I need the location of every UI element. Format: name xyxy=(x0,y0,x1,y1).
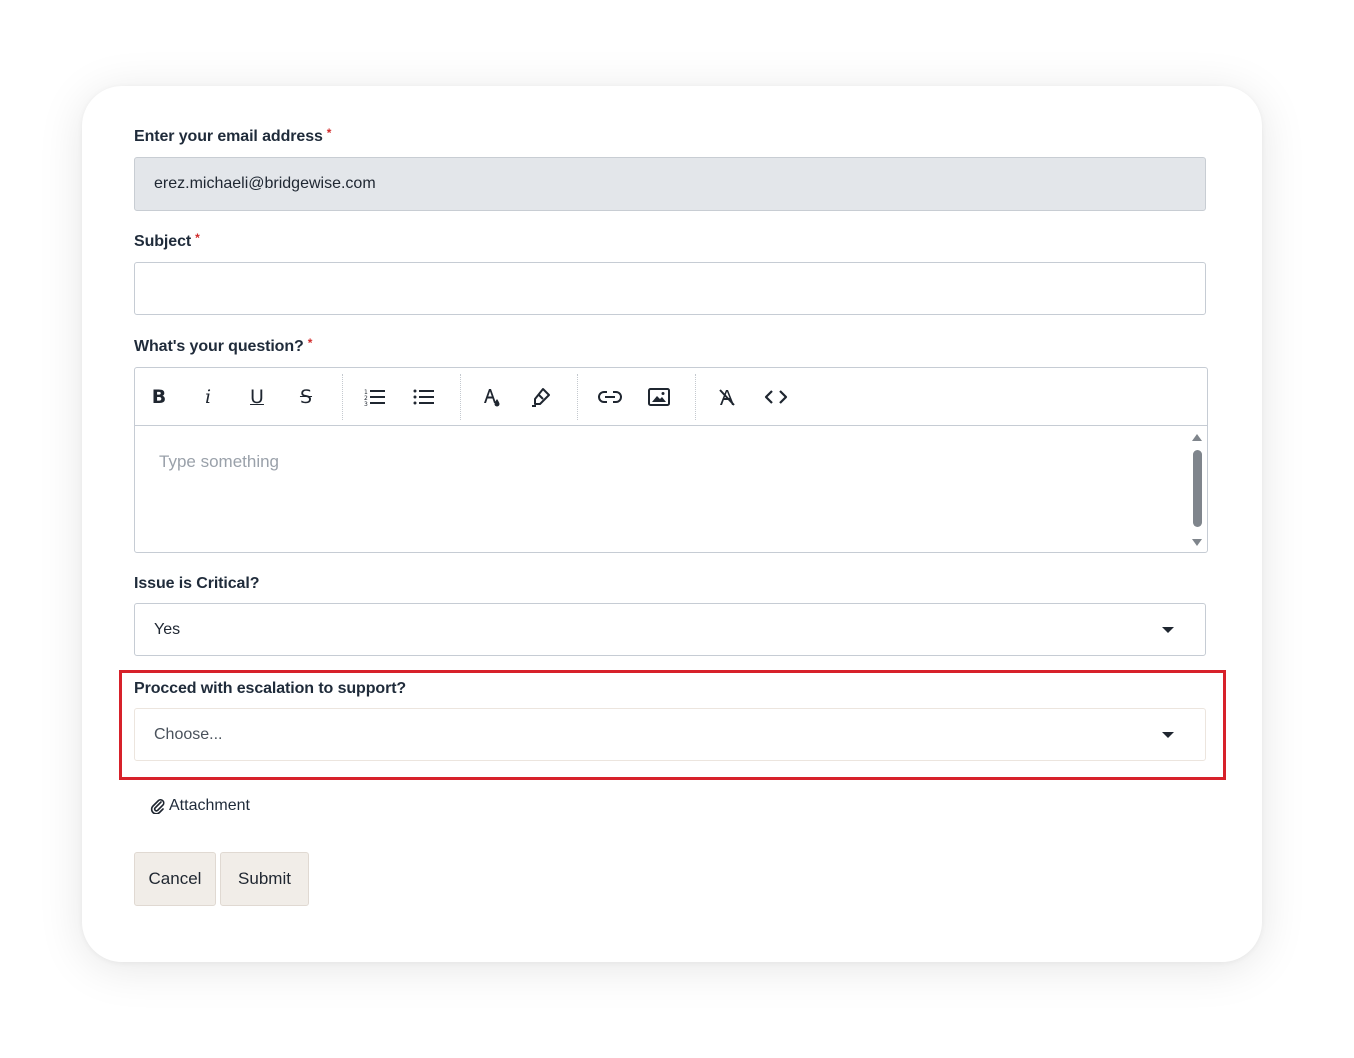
toolbar-divider xyxy=(342,374,343,420)
font-color-button[interactable] xyxy=(477,382,507,412)
critical-label: Issue is Critical? xyxy=(134,575,260,592)
highlight-button[interactable] xyxy=(526,382,556,412)
cancel-button[interactable]: Cancel xyxy=(134,852,216,906)
submit-button[interactable]: Submit xyxy=(220,852,309,906)
attachment-label: Attachment xyxy=(169,797,250,814)
image-icon xyxy=(648,388,670,406)
required-mark: * xyxy=(307,336,313,350)
subject-input[interactable] xyxy=(134,262,1206,315)
link-icon xyxy=(598,391,622,403)
critical-selected-value: Yes xyxy=(154,620,181,638)
clear-format-icon xyxy=(719,389,735,406)
bullet-list-button[interactable] xyxy=(409,382,439,412)
scrollbar-thumb[interactable] xyxy=(1193,450,1202,527)
clear-format-button[interactable] xyxy=(712,382,742,412)
scroll-down-arrow[interactable] xyxy=(1192,539,1202,546)
attachment-link[interactable]: Attachment xyxy=(150,797,250,815)
scroll-up-arrow[interactable] xyxy=(1192,434,1202,441)
code-icon xyxy=(764,390,788,404)
image-button[interactable] xyxy=(644,382,674,412)
bold-button[interactable]: B xyxy=(144,382,174,412)
underline-button[interactable]: U xyxy=(242,382,272,412)
editor-placeholder: Type something xyxy=(159,452,280,471)
ordered-list-button[interactable]: 1 2 3 xyxy=(360,382,390,412)
email-label: Enter your email address * xyxy=(134,126,332,146)
email-label-text: Enter your email address xyxy=(134,128,323,145)
toolbar-divider xyxy=(577,374,578,420)
paperclip-icon xyxy=(150,799,165,814)
font-color-icon xyxy=(484,389,500,407)
question-label: What's your question? * xyxy=(134,336,313,356)
required-mark: * xyxy=(195,231,200,245)
svg-text:3: 3 xyxy=(364,401,368,407)
strikethrough-button[interactable]: S xyxy=(291,382,321,412)
subject-label-text: Subject xyxy=(134,233,192,250)
email-field[interactable]: erez.michaeli@bridgewise.com xyxy=(134,157,1206,211)
code-view-button[interactable] xyxy=(761,382,791,412)
escalation-select[interactable]: Choose... xyxy=(134,708,1206,761)
required-mark: * xyxy=(326,126,332,140)
critical-select[interactable]: Yes xyxy=(134,603,1206,656)
bullet-list-icon xyxy=(413,389,434,405)
email-value: erez.michaeli@bridgewise.com xyxy=(154,175,376,192)
highlighter-icon xyxy=(532,388,550,407)
link-button[interactable] xyxy=(595,382,625,412)
toolbar-divider xyxy=(460,374,461,420)
toolbar-divider xyxy=(695,374,696,420)
editor-toolbar: B i U S 1 2 3 xyxy=(135,368,1207,426)
escalation-label: Procced with escalation to support? xyxy=(134,680,407,697)
italic-button[interactable]: i xyxy=(193,382,223,412)
escalation-selected-value: Choose... xyxy=(154,725,223,743)
question-label-text: What's your question? xyxy=(134,338,304,355)
ordered-list-icon: 1 2 3 xyxy=(364,389,385,407)
caret-down-icon xyxy=(1162,626,1174,633)
caret-down-icon xyxy=(1162,731,1174,738)
rich-text-editor[interactable]: B i U S 1 2 3 Type something xyxy=(134,367,1208,553)
subject-label: Subject * xyxy=(134,231,200,251)
